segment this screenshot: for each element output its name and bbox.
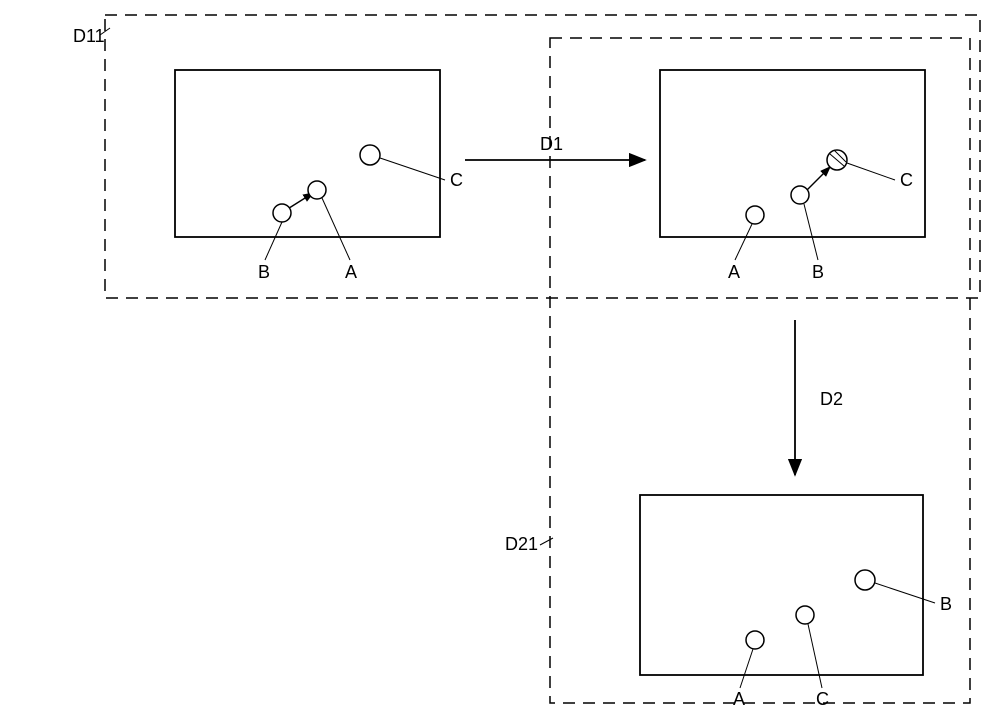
dashed-frame-d21 [550, 38, 970, 703]
panel1-node-c [360, 145, 380, 165]
panel1-label-c: C [450, 170, 463, 190]
panel3-node-c [796, 606, 814, 624]
panel1-label-a: A [345, 262, 357, 282]
panel-1: B A C [175, 70, 463, 282]
panel2-label-c: C [900, 170, 913, 190]
panel-3: A C B [640, 495, 952, 709]
panel-2: A B C [660, 70, 925, 282]
label-d21: D21 [505, 534, 538, 554]
diagram-canvas: D11 D21 B A C D1 A B [0, 0, 1000, 715]
panel3-label-a: A [733, 689, 745, 709]
panel2-node-b [791, 186, 809, 204]
panel2-node-a [746, 206, 764, 224]
panel3-node-b [855, 570, 875, 590]
panel2-label-a: A [728, 262, 740, 282]
panel1-node-b [273, 204, 291, 222]
label-d2: D2 [820, 389, 843, 409]
panel1-node-a [308, 181, 326, 199]
dashed-frame-d11 [105, 15, 980, 298]
panel2-label-b: B [812, 262, 824, 282]
panel1-label-b: B [258, 262, 270, 282]
label-d11: D11 [73, 26, 105, 46]
panel3-node-a [746, 631, 764, 649]
panel3-label-b: B [940, 594, 952, 614]
panel3-label-c: C [816, 689, 829, 709]
label-d1: D1 [540, 134, 563, 154]
